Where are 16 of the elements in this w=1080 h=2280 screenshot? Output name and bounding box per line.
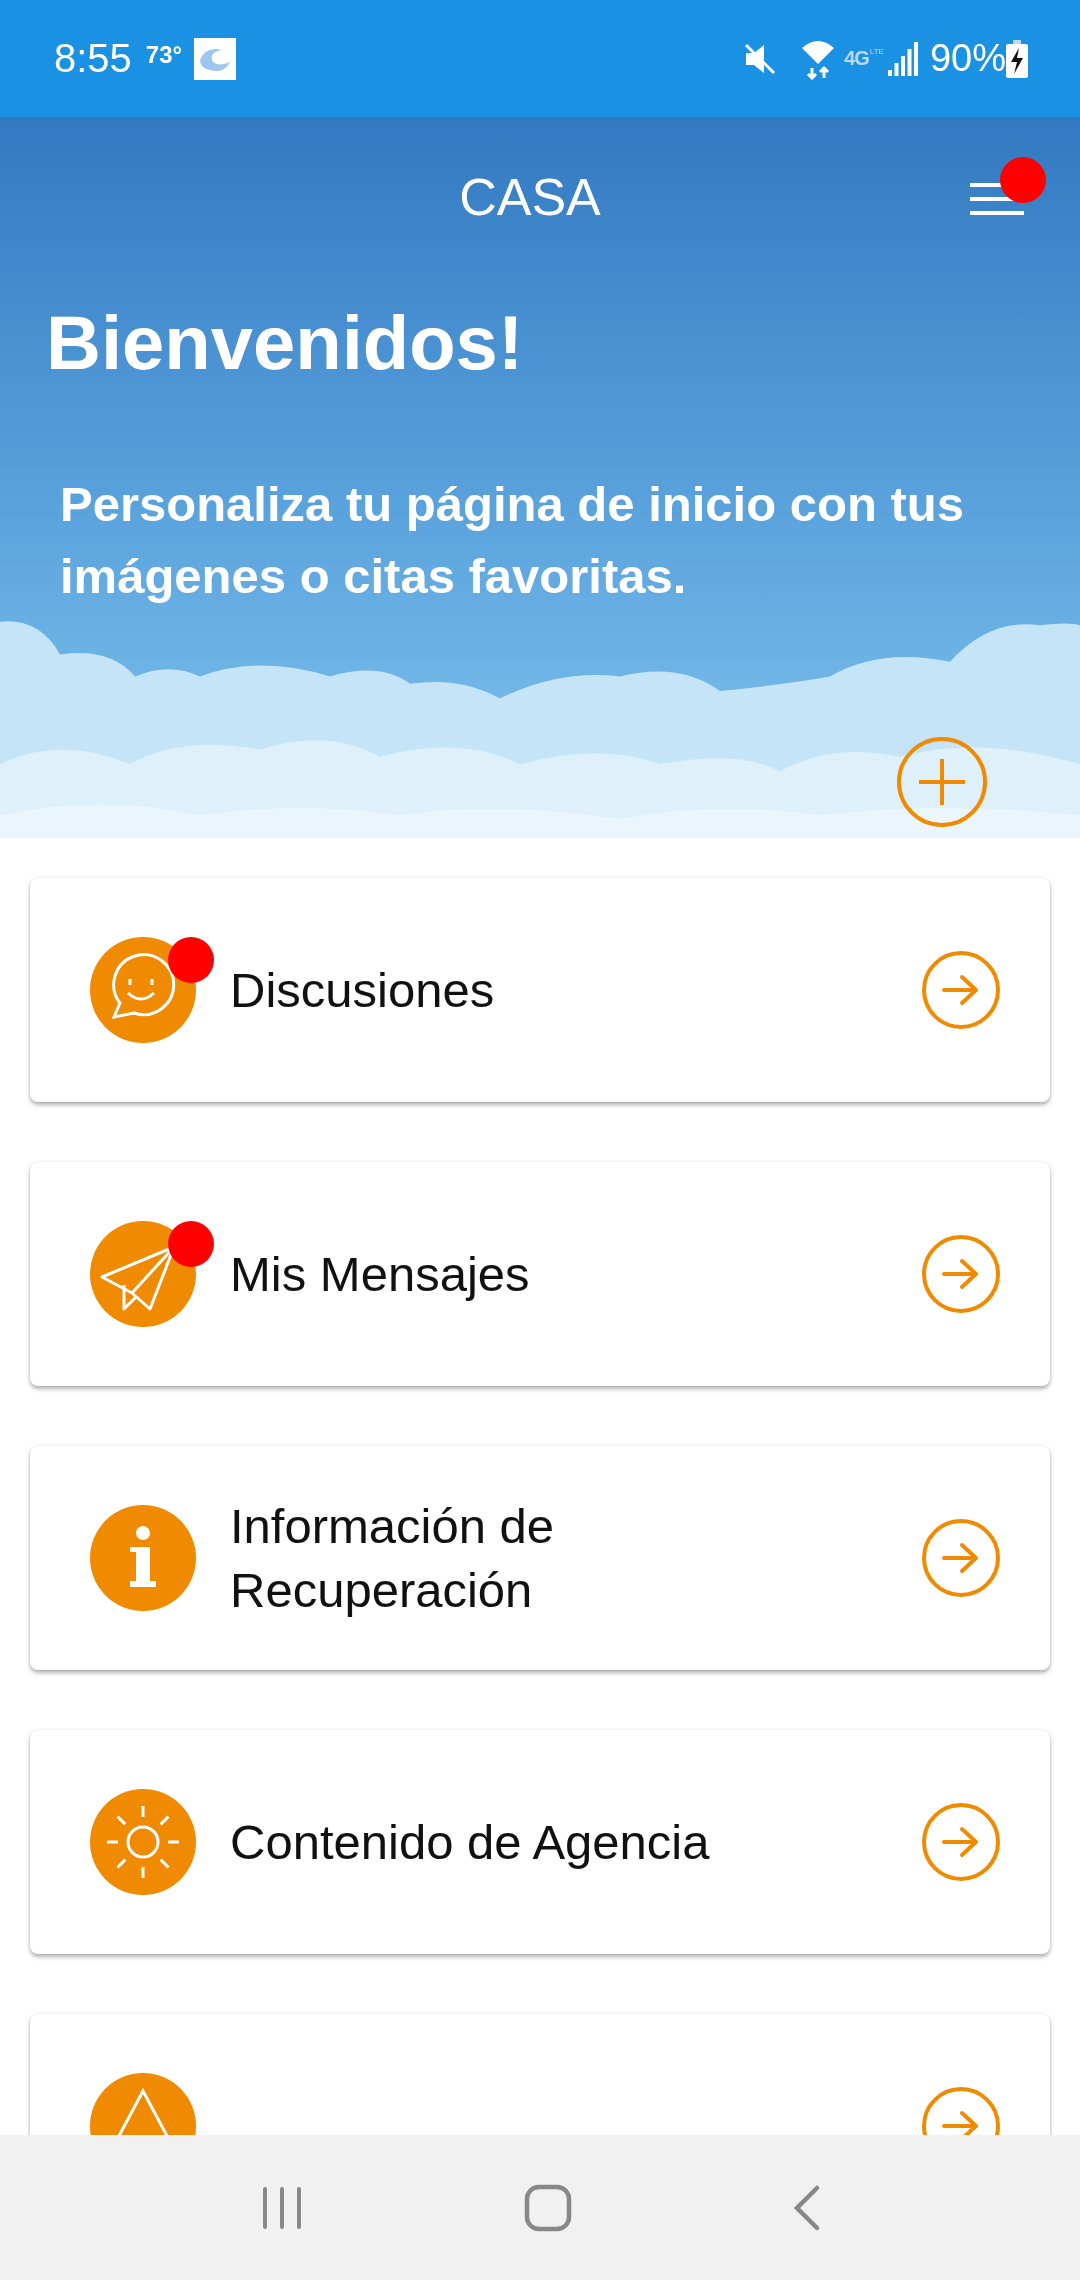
welcome-message: Personaliza tu página de inicio con tus imágenes o citas favoritas.: [60, 476, 965, 605]
card-label: Contenido de Agencia: [230, 1814, 711, 1871]
welcome-heading: Bienvenidos!: [46, 299, 525, 386]
battery-level: 90%: [929, 37, 1006, 80]
menu-card[interactable]: Contenido de Agencia: [30, 1730, 1050, 1954]
card-label: Discusiones: [230, 962, 496, 1019]
menu-card[interactable]: Discusiones: [30, 878, 1050, 1102]
clock: 8:55: [54, 36, 132, 81]
menu-card[interactable]: Información de Recuperación: [30, 1446, 1050, 1670]
page-title: CASA: [459, 167, 601, 227]
card-label: Mis Mensajes: [230, 1246, 531, 1303]
network-subtype: LTE: [869, 47, 884, 56]
menu-card[interactable]: Mis Mensajes: [30, 1162, 1050, 1386]
temperature: 73°: [145, 40, 183, 69]
network-type: 4G: [844, 47, 869, 70]
card-label: Información de Recuperación: [230, 1498, 556, 1619]
